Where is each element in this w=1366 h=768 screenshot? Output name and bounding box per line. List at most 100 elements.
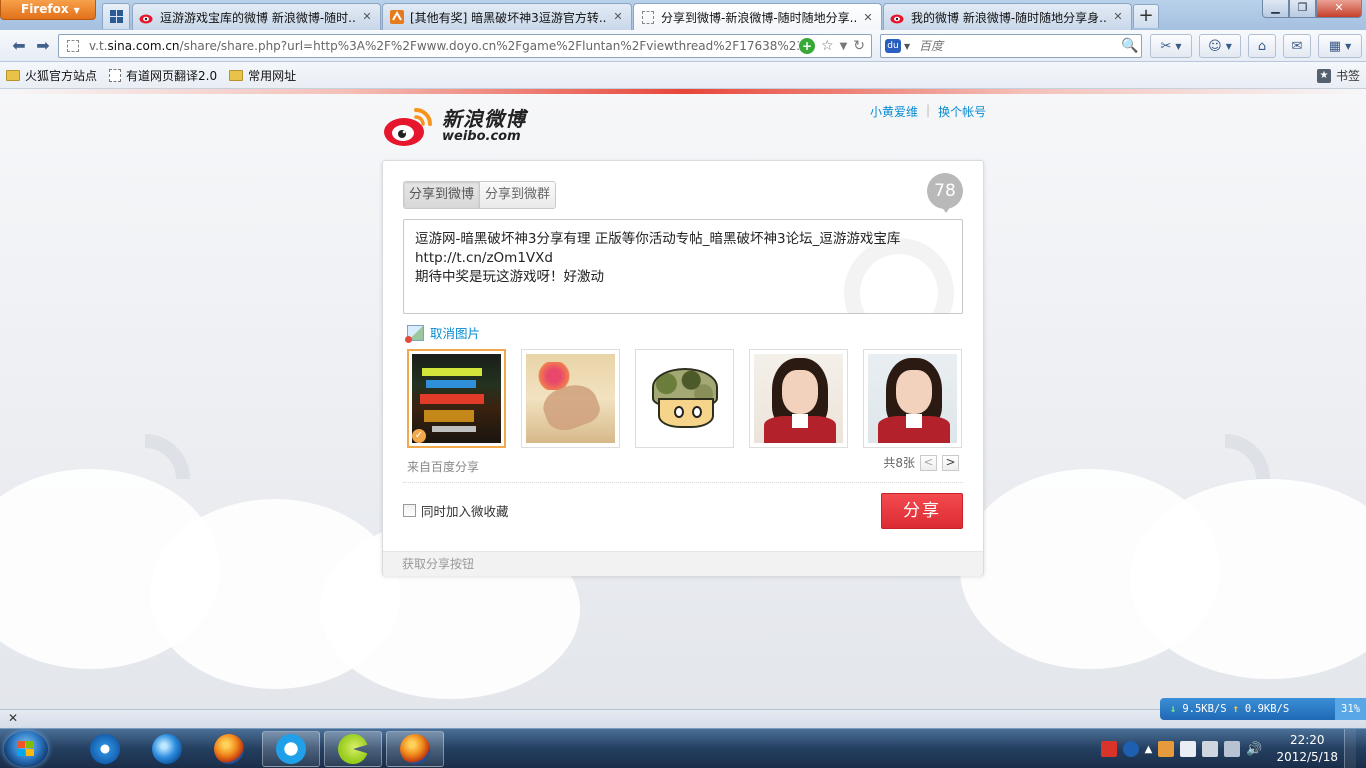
firefox-menu-button[interactable]: Firefox ▼	[0, 0, 96, 20]
thumbnail-soldier-cartoon[interactable]	[635, 349, 734, 448]
user-name-link[interactable]: 小黄爱维	[870, 103, 918, 120]
tab-close-icon[interactable]: ✕	[611, 10, 625, 24]
forward-button[interactable]: ➡	[32, 35, 54, 57]
image-thumbnails: ✓	[407, 349, 962, 448]
page-content: 新浪微博 weibo.com 小黄爱维 | 换个帐号 分享到微博 分享到微群 7…	[0, 89, 1366, 709]
site-identity-icon[interactable]	[63, 36, 83, 56]
sogou-input-icon[interactable]	[1100, 741, 1117, 757]
thumbnail-girl-photo[interactable]	[749, 349, 848, 448]
reload-icon[interactable]: ↻	[853, 38, 865, 54]
search-icon[interactable]: 🔍	[1119, 38, 1141, 54]
tab-weibo-doyo[interactable]: 逗游游戏宝库的微博 新浪微博-随时... ✕	[132, 3, 381, 30]
url-bar[interactable]: v.t.sina.com.cn/share/share.php?url=http…	[58, 34, 872, 58]
taskbar-ie[interactable]	[138, 731, 196, 767]
tab-close-icon[interactable]: ✕	[360, 10, 374, 24]
cancel-picture-label: 取消图片	[430, 326, 481, 341]
network-icon[interactable]	[1224, 741, 1241, 757]
panel-footer: 获取分享按钮	[383, 551, 983, 576]
baidu-paw-icon: du	[885, 39, 901, 53]
checkbox-box[interactable]	[403, 504, 416, 517]
tab-share-weibo[interactable]: 分享到微博-新浪微博-随时随地分享... ✕	[633, 3, 882, 31]
maximize-button[interactable]: ❐	[1289, 0, 1316, 18]
taskbar-sogou[interactable]	[76, 731, 134, 767]
back-button[interactable]: ⬅	[8, 35, 30, 57]
firefox-icon	[400, 734, 430, 764]
search-input[interactable]	[915, 39, 1119, 53]
cancel-picture-link[interactable]: 取消图片	[405, 323, 481, 343]
minimize-button[interactable]: ▁	[1262, 0, 1289, 18]
windows-taskbar: ▲ 🔊 22:20 2012/5/18	[0, 728, 1366, 768]
window-controls: ▁ ❐ ✕	[1262, 0, 1362, 18]
thumbnail-game-poster[interactable]: ✓	[407, 349, 506, 448]
device-icon[interactable]	[1202, 741, 1219, 757]
thumbnail-beach-photo[interactable]	[521, 349, 620, 448]
bookmarks-star-icon: ★	[1316, 68, 1331, 83]
apps-grid-button[interactable]: ▦ ▼	[1318, 34, 1362, 58]
dropdown-arrow-icon[interactable]: ▼	[840, 41, 848, 52]
share-text-input[interactable]: 逗游网-暗黑破坏神3分享有理 正版等你活动专帖_暗黑破坏神3论坛_逗游游戏宝库 …	[403, 219, 963, 314]
addon-smiley-button[interactable]: ☺ ▼	[1199, 34, 1241, 58]
weibo-logo[interactable]: 新浪微博 weibo.com	[382, 104, 526, 148]
thumbnail-girl-photo[interactable]	[863, 349, 962, 448]
search-engine-selector[interactable]: du ▼	[881, 35, 915, 57]
show-desktop-button[interactable]	[1344, 729, 1356, 768]
url-bar-icons: + ☆ ▼ ↻	[799, 38, 871, 54]
tab-share-to-weibo[interactable]: 分享到微博	[404, 182, 481, 208]
logo-text: 新浪微博 weibo.com	[442, 108, 526, 144]
picture-icon	[405, 324, 424, 343]
game-poster-image	[412, 354, 501, 443]
close-addon-bar-icon[interactable]: ✕	[8, 711, 18, 725]
volume-icon[interactable]: 🔊	[1246, 742, 1262, 757]
girl-photo-image	[754, 354, 843, 443]
home-icon[interactable]: ⌂	[1248, 34, 1276, 58]
flag-icon[interactable]	[1180, 741, 1197, 757]
weibo-favicon-icon	[890, 9, 906, 25]
go-plus-icon[interactable]: +	[799, 38, 815, 54]
bookmark-youdao-translate[interactable]: 有道网页翻译2.0	[109, 67, 217, 84]
new-tab-button[interactable]: +	[1133, 4, 1159, 28]
divider	[403, 482, 963, 483]
bookmark-star-icon[interactable]: ☆	[821, 38, 834, 54]
start-button[interactable]	[4, 731, 48, 767]
screenshot-tool-button[interactable]: ✂ ▼	[1150, 34, 1192, 58]
download-speed: 9.5KB/S	[1182, 703, 1227, 715]
system-tray: ▲ 🔊 22:20 2012/5/18	[1100, 729, 1366, 768]
taskbar-firefox-window[interactable]	[386, 731, 444, 767]
image-pager: 共8张 < >	[883, 454, 959, 471]
pager-prev-button[interactable]: <	[920, 454, 937, 471]
tab-groups-icon	[110, 10, 123, 23]
taskbar-qq[interactable]	[262, 731, 320, 767]
tab-my-weibo[interactable]: 我的微博 新浪微博-随时随地分享身... ✕	[883, 3, 1132, 30]
add-favorite-checkbox[interactable]: 同时加入微收藏	[403, 501, 509, 520]
share-button[interactable]: 分享	[881, 493, 963, 529]
taskbar-pacman[interactable]	[324, 731, 382, 767]
tab-doyo-forum[interactable]: [其他有奖] 暗黑破坏神3逗游官方转... ✕	[382, 3, 632, 30]
tray-expand-icon[interactable]: ▲	[1145, 744, 1153, 755]
bookmark-common-sites[interactable]: 常用网址	[229, 67, 296, 84]
close-window-button[interactable]: ✕	[1316, 0, 1362, 18]
qq-icon	[276, 734, 306, 764]
clock-time: 22:20	[1289, 733, 1325, 747]
tab-close-icon[interactable]: ✕	[1111, 10, 1125, 24]
url-text[interactable]: v.t.sina.com.cn/share/share.php?url=http…	[83, 39, 799, 53]
help-icon[interactable]	[1122, 741, 1139, 757]
bookmarks-menu-button[interactable]: ★ 书签	[1316, 67, 1360, 84]
bookmarks-toolbar: 火狐官方站点 有道网页翻译2.0 常用网址 ★ 书签	[0, 62, 1366, 89]
contacts-icon[interactable]	[1158, 741, 1175, 757]
bookmark-firefox-site[interactable]: 火狐官方站点	[6, 67, 97, 84]
taskbar-firefox[interactable]	[200, 731, 258, 767]
upload-speed: 0.9KB/S	[1244, 703, 1290, 715]
url-domain: sina.com.cn	[107, 39, 180, 53]
tab-close-icon[interactable]: ✕	[861, 11, 875, 25]
tab-groups-button[interactable]	[102, 3, 130, 29]
selected-check-icon: ✓	[412, 429, 426, 443]
mail-icon[interactable]: ✉	[1283, 34, 1311, 58]
clock[interactable]: 22:20 2012/5/18	[1276, 732, 1338, 766]
tab-share-to-group[interactable]: 分享到微群	[480, 182, 556, 208]
pager-next-button[interactable]: >	[942, 454, 959, 471]
url-path: /share/share.php?url=http%3A%2F%2Fwww.do…	[179, 39, 799, 53]
get-share-button-link[interactable]: 获取分享按钮	[402, 557, 474, 571]
switch-account-link[interactable]: 换个帐号	[938, 103, 986, 120]
share-panel: 分享到微博 分享到微群 78 逗游网-暗黑破坏神3分享有理 正版等你活动专帖_暗…	[382, 160, 984, 576]
sogou-icon	[90, 734, 120, 764]
